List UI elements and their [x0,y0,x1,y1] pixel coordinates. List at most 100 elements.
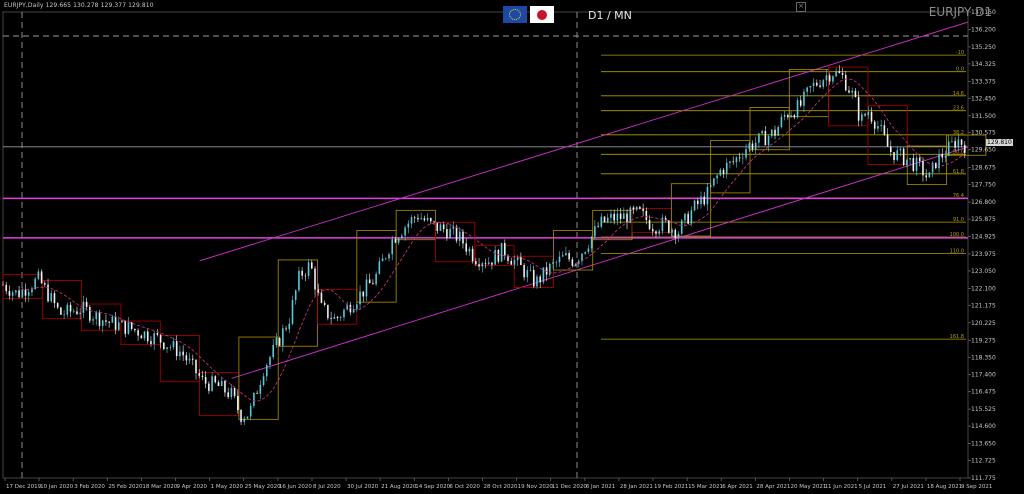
candle-body-284 [915,157,918,171]
candle-body-261 [841,72,844,75]
candle-body-191 [616,213,619,221]
candle-body-80 [259,384,262,394]
x-tick-label-14: 28 Oct 2020 [484,484,519,490]
chart-canvas[interactable]: -10 0.0 14.6 23.6 38.2 50.0 61.8 76.4 91.0 100.0 1… [0,0,1024,494]
candle-body-56 [182,351,184,356]
price-chart[interactable]: -100.014.623.638.250.061.876.491.0100.01… [0,0,1024,494]
candle-body-137 [442,224,445,230]
candle-body-98 [317,289,320,293]
candle-body-233 [751,143,754,150]
candle-body-135 [436,222,439,231]
moving-average-line [20,78,965,402]
candle-body-162 [523,265,525,278]
candle-body-141 [455,226,458,241]
candle-body-193 [623,213,625,220]
candle-body-28 [92,319,94,321]
x-tick-label-6: 1 May 2020 [211,484,244,490]
candle-body-60 [195,359,197,374]
candle-body-21 [69,304,72,312]
channel-lower-line [231,146,969,379]
candle-body-186 [600,216,603,227]
candle-body-45 [146,331,149,342]
candle-body-251 [809,85,812,88]
candle-body-238 [767,136,770,146]
candle-body-299 [963,144,966,153]
candle-body-281 [906,159,908,166]
candle-body-69 [224,380,226,393]
candle-body-24 [79,312,81,315]
candle-body-146 [471,248,474,262]
candle-body-296 [954,141,956,148]
candle-body-184 [594,226,596,237]
candle-body-174 [561,255,564,257]
candle-body-215 [693,200,696,211]
candle-body-86 [278,337,281,346]
candle-body-269 [867,112,870,116]
candle-body-0 [2,284,4,286]
candle-body-57 [185,355,188,361]
candle-body-47 [153,333,155,344]
fib-label-7: 91.0 [953,217,964,223]
x-tick-label-13: 6 Oct 2020 [449,484,480,490]
candle-body-297 [957,139,960,148]
candle-body-214 [690,210,693,224]
candle-body-129 [417,217,419,220]
period-box-17 [670,183,712,237]
current-price-tag: 129.810 [986,139,1013,146]
candle-body-72 [233,387,236,396]
candle-body-242 [780,116,783,127]
fib-label-1: 14.6 [953,91,964,97]
candle-body-3 [11,292,14,296]
fib-label-9: 110.0 [950,248,964,254]
candle-body-147 [475,261,477,265]
candle-body-189 [610,213,612,218]
candle-body-158 [510,260,513,265]
candle-body-172 [555,262,558,263]
candle-body-103 [333,316,336,319]
candle-body-46 [150,341,152,344]
candle-body-35 [114,316,117,330]
candle-body-239 [770,129,773,137]
fib-label-8: 100.0 [950,232,964,238]
candle-body-278 [896,150,899,161]
x-tick-label-21: 6 Apr 2021 [722,484,753,490]
candle-body-249 [803,91,805,106]
candle-body-121 [391,239,394,255]
candle-body-153 [494,250,496,265]
x-tick-label-7: 25 May 2020 [245,484,281,490]
candle-body-1 [5,284,8,292]
x-tick-label-18: 28 Jan 2021 [620,484,653,490]
candle-body-175 [565,253,567,256]
candle-body-30 [98,312,101,326]
candle-body-148 [478,264,480,267]
candle-body-48 [156,333,159,335]
candle-body-270 [870,112,873,122]
candle-body-106 [343,309,345,318]
candle-body-82 [265,365,268,377]
x-tick-label-23: 20 May 2021 [790,484,826,490]
candle-body-12 [40,271,43,284]
candle-body-145 [468,248,471,252]
close-icon[interactable]: × [796,2,806,12]
candle-body-19 [63,314,65,316]
candle-body-228 [735,157,738,163]
candle-body-132 [426,218,429,221]
candle-body-280 [902,148,905,166]
candle-body-8 [27,292,30,296]
candle-body-247 [796,100,799,118]
candle-body-71 [230,387,233,398]
candle-body-286 [922,161,924,176]
candle-body-133 [430,218,432,222]
candle-body-87 [282,328,284,346]
candle-body-54 [175,341,178,356]
candle-body-202 [651,229,654,232]
candle-body-165 [532,269,535,287]
y-tick-label-11: 126.800 [971,199,996,206]
candle-body-292 [941,153,944,158]
candle-body-260 [838,71,841,73]
candle-body-266 [857,97,860,121]
candle-body-271 [873,121,876,129]
candle-body-49 [159,334,162,343]
candle-body-208 [671,229,673,233]
candle-body-231 [745,148,747,158]
